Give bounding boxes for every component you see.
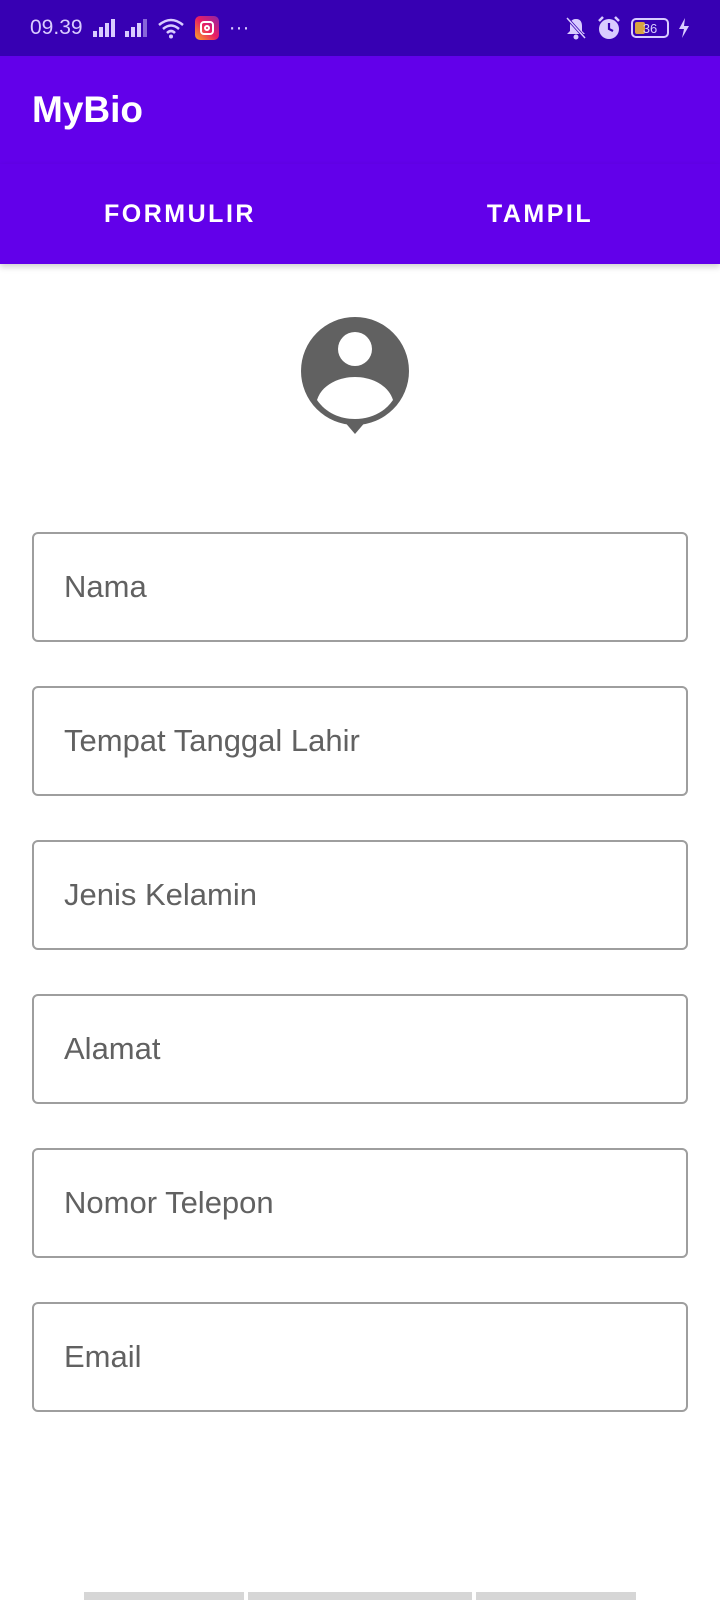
tab-formulir[interactable]: FORMULIR [0, 164, 360, 264]
battery-icon: 36 [631, 18, 669, 38]
alarm-icon [598, 16, 620, 39]
scroll-indicator [476, 1592, 636, 1600]
tab-tampil[interactable]: TAMPIL [360, 164, 720, 264]
wifi-icon [157, 18, 184, 39]
scroll-indicator [248, 1592, 472, 1600]
bell-off-icon [565, 16, 587, 40]
jenis-kelamin-field[interactable] [32, 840, 688, 950]
email-input[interactable] [64, 1339, 686, 1375]
nomor-telepon-field[interactable] [32, 1148, 688, 1258]
nomor-telepon-input[interactable] [64, 1185, 686, 1221]
tab-bar: FORMULIR TAMPIL [0, 164, 720, 264]
battery-level: 36 [642, 20, 658, 36]
tempat-tanggal-lahir-field[interactable] [32, 686, 688, 796]
charging-icon [679, 18, 689, 38]
app-title: MyBio [32, 89, 143, 130]
jenis-kelamin-input[interactable] [64, 877, 686, 913]
tempat-tanggal-lahir-input[interactable] [64, 723, 686, 759]
nama-field[interactable] [32, 532, 688, 642]
more-notifications: ··· [228, 16, 250, 39]
alamat-input[interactable] [64, 1031, 686, 1067]
status-left: 09.39 ··· [30, 16, 250, 40]
signal-icon [92, 19, 115, 37]
instagram-icon [194, 16, 219, 40]
signal-icon [124, 19, 147, 37]
alamat-field[interactable] [32, 994, 688, 1104]
nama-input[interactable] [64, 569, 686, 605]
app-bar: MyBio [0, 56, 720, 164]
email-field[interactable] [32, 1302, 688, 1412]
status-bar: 09.39 ··· 36 [0, 0, 720, 56]
status-right: 36 [565, 15, 690, 41]
scroll-indicator [84, 1592, 244, 1600]
status-time: 09.39 [30, 16, 83, 39]
person-pin-icon [301, 317, 409, 434]
